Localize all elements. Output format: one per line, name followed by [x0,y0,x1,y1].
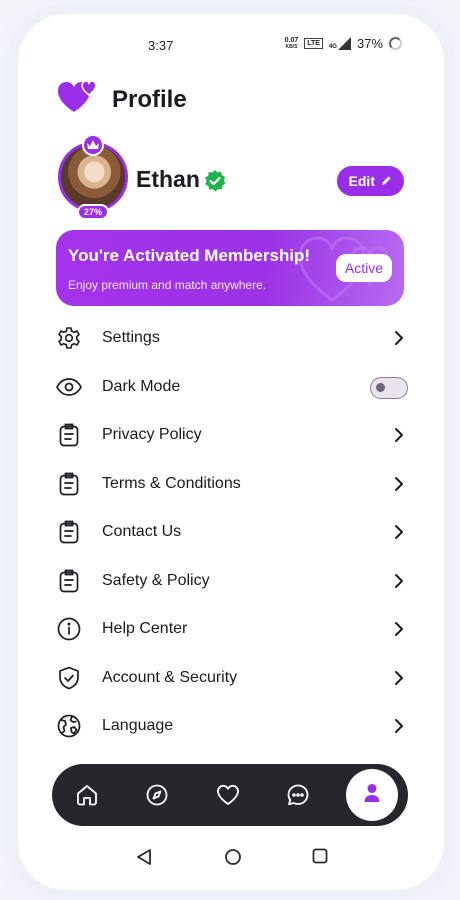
clipboard-icon [56,519,82,545]
settings-menu: Settings Dark Mode Privacy Policy Terms … [56,314,408,751]
battery-icon [389,37,402,50]
menu-item-safety-policy[interactable]: Safety & Policy [56,557,406,606]
chevron-right-icon [394,524,404,545]
clipboard-icon [56,568,82,594]
edit-profile-button[interactable]: Edit [336,166,404,196]
phone-frame: 3:37 0.07 KB/S LTE 4G 37% Profile 27% Et… [18,14,444,890]
status-time: 3:37 [148,38,174,53]
menu-item-privacy-policy[interactable]: Privacy Policy [56,411,406,460]
clipboard-icon [56,471,82,497]
chevron-right-icon [394,573,404,594]
chevron-right-icon [394,621,404,642]
menu-item-dark-mode[interactable]: Dark Mode [56,363,408,412]
profile-icon [363,783,381,808]
menu-item-language[interactable]: Language [56,702,406,751]
clipboard-icon [56,422,82,448]
chevron-right-icon [394,427,404,448]
battery-percent: 37% [356,36,383,51]
signal-icon: 4G [329,37,351,50]
menu-item-terms-conditions[interactable]: Terms & Conditions [56,460,406,509]
page-title: Profile [112,85,187,113]
home-circle-icon[interactable] [224,848,242,871]
membership-status-badge: Active [335,254,392,282]
membership-title: You're Activated Membership! [68,246,311,265]
shield-icon [56,665,82,691]
membership-banner[interactable]: You're Activated Membership! Enjoy premi… [56,230,404,306]
net-speed: 0.07 KB/S [284,36,299,50]
profile-nav-button[interactable] [346,769,398,821]
menu-label: Language [102,717,174,735]
bottom-nav [52,764,408,826]
eye-icon [56,374,82,400]
compass-icon[interactable] [144,782,170,808]
globe-icon [56,713,82,739]
status-bar: 3:37 0.07 KB/S LTE 4G 37% [18,36,444,56]
home-icon[interactable] [74,782,100,808]
menu-label: Dark Mode [102,377,181,395]
toggle-knob [376,382,385,392]
profile-completion-badge: 27% [77,204,110,220]
dark-mode-toggle[interactable] [370,376,408,399]
recents-icon[interactable] [312,848,328,869]
menu-label: Settings [102,329,160,347]
lte-badge: LTE [304,38,323,49]
verified-check-icon [204,170,226,197]
chat-icon[interactable] [285,782,311,808]
chevron-right-icon [394,330,404,351]
menu-label: Safety & Policy [102,571,210,589]
back-icon[interactable] [136,848,152,871]
hearts-logo-icon [58,80,98,119]
crown-icon [82,134,104,156]
menu-label: Account & Security [102,668,238,686]
menu-item-help-center[interactable]: Help Center [56,605,406,654]
membership-subtitle: Enjoy premium and match anywhere. [68,278,267,292]
menu-label: Privacy Policy [102,426,202,444]
profile-name: Ethan [136,166,200,192]
system-nav-bar [18,848,444,868]
menu-item-account-security[interactable]: Account & Security [56,654,406,703]
menu-item-settings[interactable]: Settings [56,314,406,363]
edit-label: Edit [348,173,375,189]
chevron-right-icon [394,670,404,691]
pencil-icon [381,173,392,189]
status-indicators: 0.07 KB/S LTE 4G 37% [285,36,402,51]
menu-item-contact-us[interactable]: Contact Us [56,508,406,557]
chevron-right-icon [394,718,404,739]
info-icon [56,616,82,642]
menu-label: Terms & Conditions [102,474,241,492]
gear-icon [56,325,82,351]
avatar-container[interactable]: 27% [58,134,128,220]
menu-label: Help Center [102,620,188,638]
menu-label: Contact Us [102,523,182,541]
heart-icon[interactable] [215,782,241,808]
chevron-right-icon [394,476,404,497]
profile-summary: 27% Ethan Edit [58,130,404,226]
header: Profile [58,80,187,119]
